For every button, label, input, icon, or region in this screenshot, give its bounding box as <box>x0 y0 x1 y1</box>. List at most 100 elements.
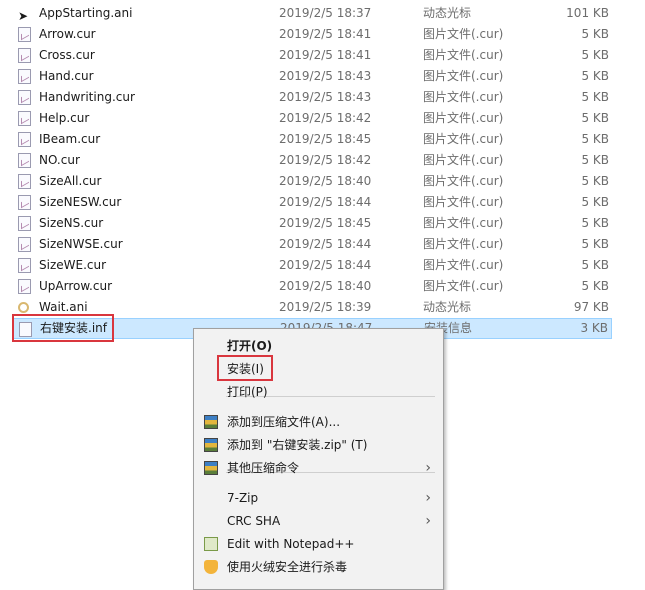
file-row[interactable]: SizeAll.cur 2019/2/5 18:40 图片文件(.cur) 5 … <box>12 171 612 192</box>
file-row[interactable]: SizeWE.cur 2019/2/5 18:44 图片文件(.cur) 5 K… <box>12 255 612 276</box>
file-type: 图片文件(.cur) <box>423 48 504 62</box>
file-size: 5 KB <box>581 132 609 146</box>
file-date: 2019/2/5 18:37 <box>279 6 372 20</box>
file-row[interactable]: Help.cur 2019/2/5 18:42 图片文件(.cur) 5 KB <box>12 108 612 129</box>
file-size: 5 KB <box>581 153 609 167</box>
menu-item-label: 添加到 "右键安装.zip" (T) <box>227 438 368 452</box>
menu-item-label: 打开(O) <box>227 339 273 353</box>
file-size: 5 KB <box>581 27 609 41</box>
file-name: AppStarting.ani <box>39 6 133 20</box>
file-date: 2019/2/5 18:40 <box>279 174 372 188</box>
cursor-file-icon <box>18 237 31 252</box>
file-date: 2019/2/5 18:41 <box>279 48 372 62</box>
file-size: 5 KB <box>581 237 609 251</box>
menu-item[interactable]: 打开(O) <box>194 335 441 357</box>
cursor-file-icon <box>18 90 31 105</box>
file-name: Help.cur <box>39 111 90 125</box>
file-row[interactable]: IBeam.cur 2019/2/5 18:45 图片文件(.cur) 5 KB <box>12 129 612 150</box>
file-size: 5 KB <box>581 90 609 104</box>
file-date: 2019/2/5 18:43 <box>279 69 372 83</box>
file-row[interactable]: NO.cur 2019/2/5 18:42 图片文件(.cur) 5 KB <box>12 150 612 171</box>
file-size: 5 KB <box>581 69 609 83</box>
file-date: 2019/2/5 18:43 <box>279 90 372 104</box>
file-type: 图片文件(.cur) <box>423 279 504 293</box>
menu-item[interactable]: Edit with Notepad++ <box>194 533 441 555</box>
file-row[interactable]: UpArrow.cur 2019/2/5 18:40 图片文件(.cur) 5 … <box>12 276 612 297</box>
file-type: 图片文件(.cur) <box>423 132 504 146</box>
file-date: 2019/2/5 18:44 <box>279 195 372 209</box>
menu-item[interactable]: 添加到 "右键安装.zip" (T) <box>194 434 441 456</box>
animated-cursor-icon: ➤ <box>18 9 29 23</box>
file-date: 2019/2/5 18:44 <box>279 237 372 251</box>
file-date: 2019/2/5 18:39 <box>279 300 372 314</box>
menu-item-label: Edit with Notepad++ <box>227 537 355 551</box>
highlight-box-install <box>217 355 273 381</box>
menu-item[interactable]: 打印(P) <box>194 381 441 403</box>
file-type: 图片文件(.cur) <box>423 69 504 83</box>
file-date: 2019/2/5 18:42 <box>279 111 372 125</box>
file-row[interactable]: Arrow.cur 2019/2/5 18:41 图片文件(.cur) 5 KB <box>12 24 612 45</box>
file-name: SizeNESW.cur <box>39 195 122 209</box>
cursor-file-icon <box>18 132 31 147</box>
file-row[interactable]: SizeNS.cur 2019/2/5 18:45 图片文件(.cur) 5 K… <box>12 213 612 234</box>
menu-item[interactable]: 7-Zip › <box>194 487 441 509</box>
file-name: Arrow.cur <box>39 27 96 41</box>
file-row[interactable]: SizeNWSE.cur 2019/2/5 18:44 图片文件(.cur) 5… <box>12 234 612 255</box>
menu-item-label: 添加到压缩文件(A)... <box>227 415 341 429</box>
chevron-right-icon: › <box>425 513 431 529</box>
file-size: 5 KB <box>581 111 609 125</box>
cursor-file-icon <box>18 174 31 189</box>
cursor-file-icon <box>18 195 31 210</box>
menu-item-label: 打印(P) <box>227 385 268 399</box>
file-row[interactable]: SizeNESW.cur 2019/2/5 18:44 图片文件(.cur) 5… <box>12 192 612 213</box>
cursor-file-icon <box>18 258 31 273</box>
file-type: 图片文件(.cur) <box>423 237 504 251</box>
file-size: 5 KB <box>581 174 609 188</box>
file-type: 动态光标 <box>423 300 472 314</box>
file-type: 图片文件(.cur) <box>423 153 504 167</box>
chevron-right-icon: › <box>425 490 431 506</box>
file-name: SizeAll.cur <box>39 174 102 188</box>
chevron-right-icon: › <box>425 460 431 476</box>
menu-item-label: 使用火绒安全进行杀毒 <box>227 560 348 574</box>
highlight-box-file <box>12 314 114 342</box>
file-row[interactable]: Handwriting.cur 2019/2/5 18:43 图片文件(.cur… <box>12 87 612 108</box>
file-date: 2019/2/5 18:42 <box>279 153 372 167</box>
file-type: 图片文件(.cur) <box>423 258 504 272</box>
huorong-shield-icon <box>204 560 218 574</box>
file-size: 101 KB <box>566 6 609 20</box>
cursor-file-icon <box>18 111 31 126</box>
file-name: UpArrow.cur <box>39 279 113 293</box>
winrar-icon <box>204 415 218 429</box>
menu-item[interactable]: 使用火绒安全进行杀毒 <box>194 556 441 578</box>
file-type: 图片文件(.cur) <box>423 90 504 104</box>
file-date: 2019/2/5 18:40 <box>279 279 372 293</box>
file-row[interactable]: Cross.cur 2019/2/5 18:41 图片文件(.cur) 5 KB <box>12 45 612 66</box>
cursor-file-icon <box>18 69 31 84</box>
file-row[interactable]: ➤ AppStarting.ani 2019/2/5 18:37 动态光标 10… <box>12 3 612 24</box>
context-menu: 打开(O) 安装(I) 打印(P) 添加到压缩文件(A)... 添加到 "右键安装.zi… <box>193 328 444 590</box>
winrar-icon <box>204 438 218 452</box>
file-size: 5 KB <box>581 195 609 209</box>
file-name: SizeWE.cur <box>39 258 107 272</box>
file-type: 动态光标 <box>423 6 472 20</box>
file-size: 3 KB <box>580 321 608 335</box>
menu-item-label: CRC SHA <box>227 514 281 528</box>
file-type: 图片文件(.cur) <box>423 216 504 230</box>
menu-item[interactable]: 其他压缩命令 › <box>194 457 441 479</box>
menu-item[interactable]: 添加到压缩文件(A)... <box>194 411 441 433</box>
file-name: NO.cur <box>39 153 80 167</box>
file-name: Hand.cur <box>39 69 94 83</box>
file-name: SizeNS.cur <box>39 216 104 230</box>
menu-item-label: 7-Zip <box>227 491 259 505</box>
file-date: 2019/2/5 18:45 <box>279 132 372 146</box>
file-name: SizeNWSE.cur <box>39 237 123 251</box>
notepad-plus-plus-icon <box>204 537 218 551</box>
file-type: 图片文件(.cur) <box>423 174 504 188</box>
file-size: 5 KB <box>581 48 609 62</box>
file-name: Cross.cur <box>39 48 95 62</box>
menu-item[interactable]: CRC SHA › <box>194 510 441 532</box>
cursor-file-icon <box>18 279 31 294</box>
file-size: 97 KB <box>573 300 609 314</box>
file-row[interactable]: Hand.cur 2019/2/5 18:43 图片文件(.cur) 5 KB <box>12 66 612 87</box>
